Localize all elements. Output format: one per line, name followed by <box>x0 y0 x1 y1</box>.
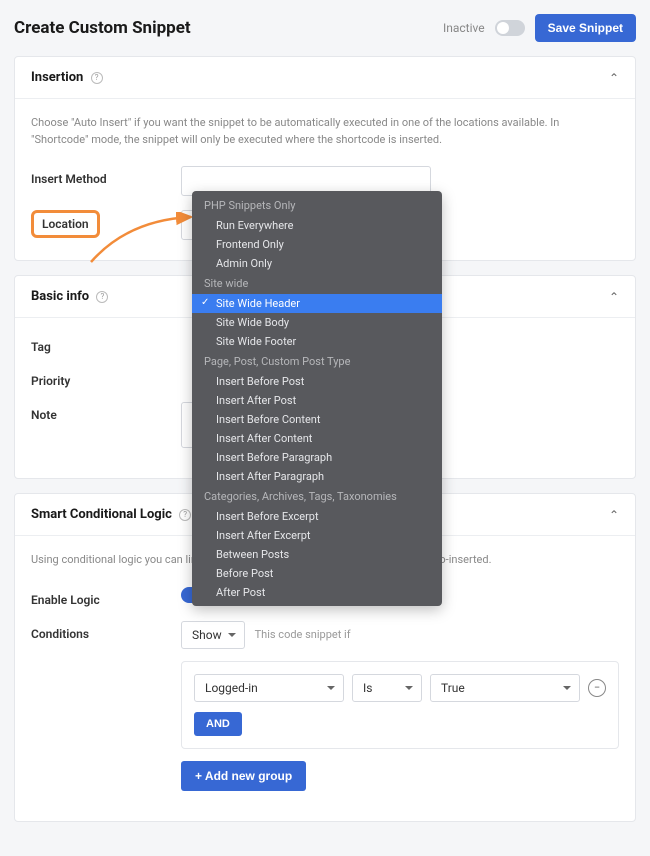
dropdown-item[interactable]: After Post <box>192 583 442 602</box>
dropdown-item[interactable]: Before Post <box>192 564 442 583</box>
basic-info-title: Basic info <box>31 289 89 304</box>
condition-helper-text: This code snippet if <box>255 628 351 641</box>
dropdown-item[interactable]: Insert Before Post <box>192 372 442 391</box>
add-group-button[interactable]: + Add new group <box>181 761 306 791</box>
condition-operator-select[interactable]: Is <box>352 674 422 702</box>
dropdown-item[interactable]: Insert After Post <box>192 391 442 410</box>
condition-group: Logged-in Is True − AND <box>181 661 619 749</box>
dropdown-item[interactable]: Insert After Paragraph <box>192 467 442 486</box>
dropdown-item[interactable]: Insert After Content <box>192 429 442 448</box>
insertion-title: Insertion <box>31 70 83 85</box>
note-label: Note <box>31 402 181 422</box>
location-label-highlight: Location <box>31 210 100 238</box>
dropdown-item[interactable]: Insert Before Content <box>192 410 442 429</box>
collapse-icon[interactable]: ⌃ <box>609 71 619 85</box>
dropdown-item[interactable]: Between Posts <box>192 545 442 564</box>
dropdown-item[interactable]: Frontend Only <box>192 235 442 254</box>
priority-label: Priority <box>31 368 181 388</box>
dropdown-group-label: Site wide <box>192 273 442 294</box>
collapse-icon[interactable]: ⌃ <box>609 290 619 304</box>
dropdown-item[interactable]: Site Wide Footer <box>192 332 442 351</box>
dropdown-item[interactable]: Site Wide Body <box>192 313 442 332</box>
dropdown-item[interactable]: Site Wide Header <box>192 294 442 313</box>
condition-value-select[interactable]: True <box>430 674 580 702</box>
status-label: Inactive <box>443 21 485 35</box>
dropdown-item[interactable]: Admin Only <box>192 254 442 273</box>
dropdown-group-label: Page, Post, Custom Post Type <box>192 351 442 372</box>
location-dropdown: PHP Snippets OnlyRun EverywhereFrontend … <box>192 191 442 606</box>
dropdown-item[interactable]: Run Everywhere <box>192 216 442 235</box>
and-button[interactable]: AND <box>194 712 242 736</box>
tag-label: Tag <box>31 334 181 354</box>
insert-method-label: Insert Method <box>31 166 181 186</box>
remove-condition-icon[interactable]: − <box>588 679 606 697</box>
enable-logic-label: Enable Logic <box>31 587 181 607</box>
dropdown-item[interactable]: Insert Before Paragraph <box>192 448 442 467</box>
active-toggle[interactable] <box>495 20 525 36</box>
dropdown-group-label: Categories, Archives, Tags, Taxonomies <box>192 486 442 507</box>
condition-subject-select[interactable]: Logged-in <box>194 674 344 702</box>
show-hide-select[interactable]: Show <box>181 621 245 649</box>
help-icon[interactable]: ? <box>179 509 191 521</box>
logic-title: Smart Conditional Logic <box>31 507 172 522</box>
insertion-card: Insertion ? ⌃ Choose "Auto Insert" if yo… <box>14 56 636 261</box>
conditions-label: Conditions <box>31 621 181 641</box>
help-icon[interactable]: ? <box>91 72 103 84</box>
save-snippet-button[interactable]: Save Snippet <box>535 14 636 42</box>
dropdown-item[interactable]: Insert Before Excerpt <box>192 507 442 526</box>
dropdown-group-label: PHP Snippets Only <box>192 195 442 216</box>
help-icon[interactable]: ? <box>96 291 108 303</box>
dropdown-item[interactable]: Insert After Excerpt <box>192 526 442 545</box>
insertion-desc: Choose "Auto Insert" if you want the sni… <box>31 115 619 148</box>
page-title: Create Custom Snippet <box>14 18 191 38</box>
collapse-icon[interactable]: ⌃ <box>609 508 619 522</box>
